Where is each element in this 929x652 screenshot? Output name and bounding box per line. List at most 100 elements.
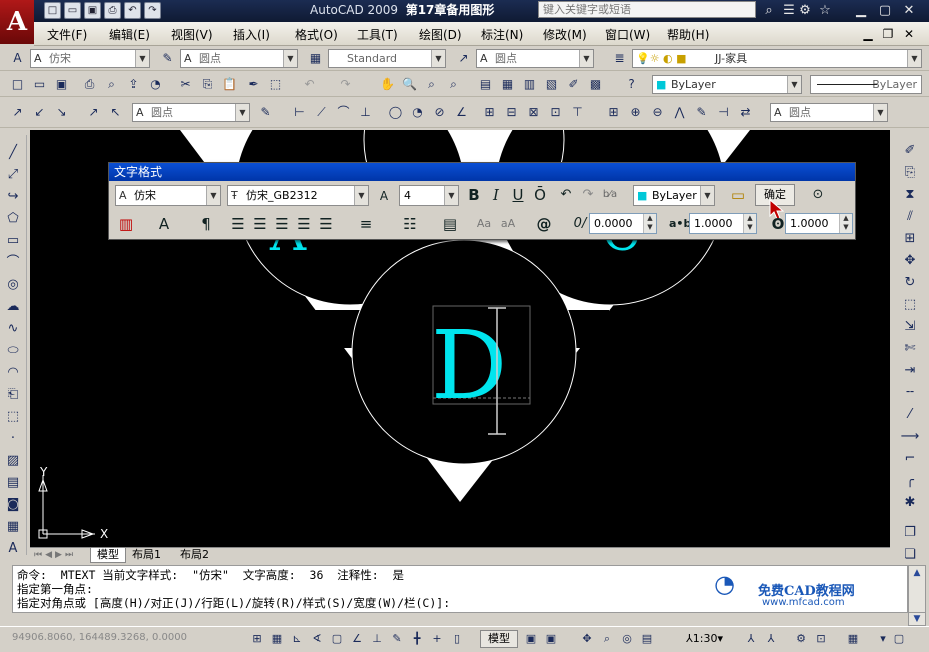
tab-layout1[interactable]: 布局1 xyxy=(132,548,161,562)
block-editor-icon[interactable]: ⬚ xyxy=(266,75,285,94)
workspace-icon[interactable]: ⚙ xyxy=(792,630,810,648)
undo-text-icon[interactable]: ↶ xyxy=(555,184,577,206)
clean-screen-icon[interactable]: ▦ xyxy=(844,630,862,648)
draw-order-icon[interactable]: ❐ xyxy=(899,523,921,543)
bring-front-icon[interactable]: ❏ xyxy=(899,545,921,565)
dim-break-icon[interactable]: ⊤ xyxy=(568,103,587,122)
menu-insert[interactable]: 插入(I) xyxy=(233,26,270,43)
numbering-icon[interactable]: ☷ xyxy=(399,213,421,235)
ortho-icon[interactable]: ⊾ xyxy=(288,630,306,648)
favorites-icon[interactable]: ☆ xyxy=(816,2,834,20)
ellipse-icon[interactable]: ⬭ xyxy=(3,341,23,361)
polar-icon[interactable]: ∢ xyxy=(308,630,326,648)
steering-wheel-icon[interactable]: ◎ xyxy=(618,630,636,648)
redo-text-icon[interactable]: ↷ xyxy=(577,184,599,206)
zoom-realtime-icon[interactable]: 🔍 xyxy=(400,75,419,94)
leader-icon[interactable]: ↙ xyxy=(30,103,49,122)
otrack-icon[interactable]: ∠ xyxy=(348,630,366,648)
auto-scale-icon[interactable]: ⅄ xyxy=(762,630,780,648)
center-mark-icon[interactable]: ⊕ xyxy=(626,103,645,122)
lowercase-icon[interactable]: aA xyxy=(497,213,519,235)
copy-object-icon[interactable]: ⎘ xyxy=(899,163,921,183)
gradient-icon[interactable]: ▤ xyxy=(3,473,23,493)
doc-minimize-icon[interactable]: ▁ xyxy=(859,25,877,43)
menu-format[interactable]: 格式(O) xyxy=(295,26,338,43)
text-height-select[interactable]: 4 ▼ xyxy=(399,185,459,206)
snap-icon[interactable]: ⊞ xyxy=(248,630,266,648)
save-icon[interactable]: ▣ xyxy=(84,2,101,19)
break-at-point-icon[interactable]: ╌ xyxy=(899,383,921,403)
construction-line-icon[interactable]: ⤢ xyxy=(3,165,23,185)
lineweight-icon[interactable]: ╋ xyxy=(408,630,426,648)
qleader-icon[interactable]: ↘ xyxy=(52,103,71,122)
move-icon[interactable]: ✥ xyxy=(899,251,921,271)
tracking-input[interactable]: 1.0000 ▲ ▼ xyxy=(689,213,757,234)
publish-icon[interactable]: ⇪ xyxy=(124,75,143,94)
multileader-add-icon[interactable]: ↖ xyxy=(106,103,125,122)
preview-icon[interactable]: ⌕ xyxy=(102,75,121,94)
lock-icon[interactable]: ⊡ xyxy=(812,630,830,648)
table-style-icon[interactable]: ▦ xyxy=(306,49,325,68)
annotation-visibility-icon[interactable]: ⅄ xyxy=(742,630,760,648)
copy-icon[interactable]: ⎘ xyxy=(198,75,217,94)
maximize-icon[interactable]: ▢ xyxy=(876,2,894,20)
make-block-icon[interactable]: ⬚ xyxy=(3,407,23,427)
redo-icon[interactable]: ↷ xyxy=(144,2,161,19)
plot-icon[interactable]: ⎙ xyxy=(104,2,121,19)
columns-icon[interactable]: ▥ xyxy=(115,213,137,235)
align-left-icon[interactable]: ☰ xyxy=(227,213,249,235)
explode-icon[interactable]: ✱ xyxy=(899,493,921,513)
stack-icon[interactable]: b⁄a xyxy=(599,184,621,206)
array-icon[interactable]: ⊞ xyxy=(899,229,921,249)
dim-angular-icon[interactable]: ∠ xyxy=(452,103,471,122)
open-file-icon[interactable]: ▭ xyxy=(30,75,49,94)
close-icon[interactable]: ✕ xyxy=(900,2,918,20)
align-center-icon[interactable]: ☰ xyxy=(249,213,271,235)
color-combo[interactable]: ■ ByLayer ▼ xyxy=(652,75,802,94)
insert-field-icon[interactable]: ▤ xyxy=(439,213,461,235)
dimedit-icon[interactable]: ✎ xyxy=(692,103,711,122)
dim-ordinate-icon[interactable]: ⊥ xyxy=(356,103,375,122)
dim-arc-icon[interactable]: ⌒ xyxy=(334,103,353,122)
table-style-combo[interactable]: Standard ▼ xyxy=(328,49,446,68)
mtext-justification-icon[interactable]: A xyxy=(153,213,175,235)
erase-icon[interactable]: ✐ xyxy=(899,141,921,161)
oblique-angle-icon[interactable]: 0/ xyxy=(569,213,591,235)
dim-diameter-icon[interactable]: ⊘ xyxy=(430,103,449,122)
layout-icon[interactable]: ▣ xyxy=(522,630,540,648)
help-icon[interactable]: ? xyxy=(622,75,641,94)
paste-icon[interactable]: 📋 xyxy=(220,75,239,94)
selection-cycling-icon[interactable]: ▯ xyxy=(448,630,466,648)
chamfer-icon[interactable]: ⌐ xyxy=(899,449,921,469)
text-style-combo[interactable]: A 仿宋 ▼ xyxy=(30,49,150,68)
distribute-icon[interactable]: ☰ xyxy=(315,213,337,235)
ellipse-arc-icon[interactable]: ◠ xyxy=(3,363,23,383)
break-icon[interactable]: ⁄ xyxy=(899,405,921,425)
point-icon[interactable]: · xyxy=(3,429,23,449)
showmotion-icon[interactable]: ▤ xyxy=(638,630,656,648)
stretch-icon[interactable]: ⇲ xyxy=(899,317,921,337)
match-properties-icon[interactable]: ✒ xyxy=(244,75,263,94)
style-combo-a[interactable]: A 圆点 ▼ xyxy=(132,103,250,122)
quickcalc-icon[interactable]: ▩ xyxy=(586,75,605,94)
polyline-icon[interactable]: ↗ xyxy=(8,103,27,122)
rotate-icon[interactable]: ↻ xyxy=(899,273,921,293)
region-icon[interactable]: ◙ xyxy=(3,495,23,515)
text-style-select[interactable]: A 仿宋 ▼ xyxy=(115,185,221,206)
cut-icon[interactable]: ✂ xyxy=(176,75,195,94)
inspect-icon[interactable]: ⊖ xyxy=(648,103,667,122)
underline-button[interactable]: U xyxy=(507,184,529,206)
ruler-icon[interactable]: ▭ xyxy=(727,184,749,206)
oblique-angle-input[interactable]: 0.0000 ▲ ▼ xyxy=(589,213,657,234)
doc-restore-icon[interactable]: ❐ xyxy=(879,25,897,43)
design-center-icon[interactable]: ▦ xyxy=(498,75,517,94)
layer-combo[interactable]: 💡☼ ◐ ■ JJ-家具 ▼ xyxy=(632,49,922,68)
menu-help[interactable]: 帮助(H) xyxy=(667,26,709,43)
polyline-draw-icon[interactable]: ↪ xyxy=(3,187,23,207)
dyn-icon[interactable]: ✎ xyxy=(388,630,406,648)
font-select[interactable]: Ŧ 仿宋_GB2312 ▼ xyxy=(227,185,369,206)
dim-baseline-icon[interactable]: ⊟ xyxy=(502,103,521,122)
zoom-status-icon[interactable]: ⌕ xyxy=(598,630,616,648)
layout2-icon[interactable]: ▣ xyxy=(542,630,560,648)
redo-toolbar-icon[interactable]: ↷ xyxy=(336,75,355,94)
